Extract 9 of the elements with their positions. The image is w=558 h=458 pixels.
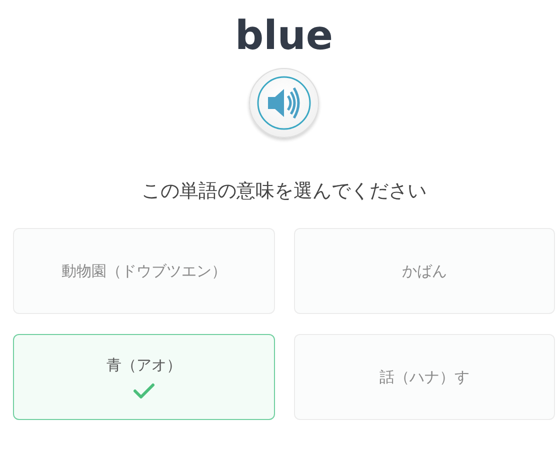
- question-prompt: この単語の意味を選んでください: [142, 179, 426, 204]
- speaker-button[interactable]: [249, 68, 319, 138]
- answer-option[interactable]: 話（ハナ）す: [294, 334, 555, 420]
- word-title: blue: [235, 12, 333, 61]
- answer-option[interactable]: かばん: [294, 228, 555, 314]
- check-icon: [132, 382, 155, 398]
- answer-option[interactable]: 青（アオ）: [13, 334, 274, 420]
- answer-option[interactable]: 動物園（ドウブツエン）: [13, 228, 274, 314]
- speaker-icon: [256, 75, 312, 131]
